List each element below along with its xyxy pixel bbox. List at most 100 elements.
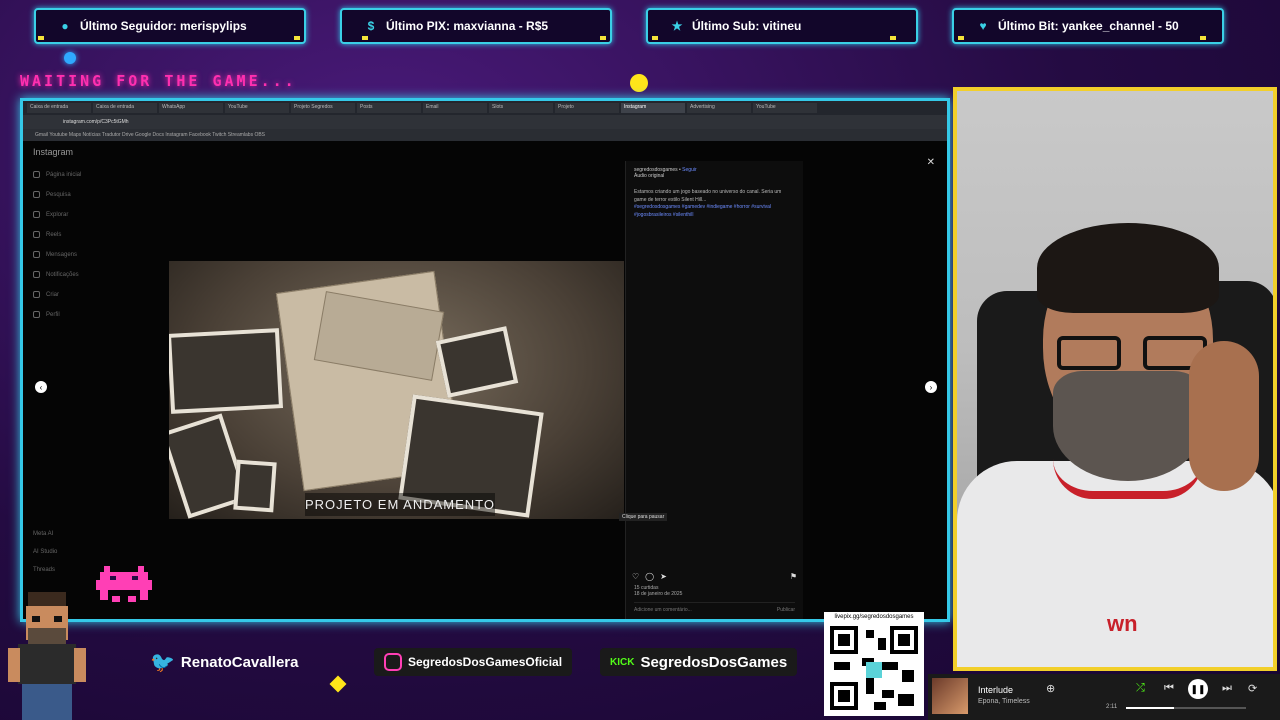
browser-tab[interactable]: Slots (489, 103, 553, 113)
alert-text: Último Bit: yankee_channel - 50 (998, 19, 1179, 33)
instagram-nav-item[interactable]: Reels (33, 231, 143, 238)
twitter-icon: 🐦 (150, 651, 175, 674)
social-twitter[interactable]: 🐦 RenatoCavallera (140, 648, 308, 676)
instagram-nav-item[interactable]: Pesquisa (33, 191, 143, 198)
browser-tab[interactable]: YouTube (753, 103, 817, 113)
instagram-bottom-item[interactable]: Threads (33, 567, 57, 573)
next-icon[interactable]: ⏭ (1222, 682, 1232, 695)
browser-tab[interactable]: Advertising (687, 103, 751, 113)
browser-tab[interactable]: Email (423, 103, 487, 113)
tooltip: Clique para pausar (619, 513, 668, 521)
alert-text: Último Seguidor: merispylips (80, 19, 247, 33)
streamer-beard (1053, 371, 1203, 481)
dollar-icon: $ (367, 19, 375, 33)
photo-small (435, 326, 519, 398)
browser-tab[interactable]: Posts (357, 103, 421, 113)
elapsed-time: 2:11 (1106, 704, 1118, 710)
instagram-bottom-item[interactable]: AI Studio (33, 549, 57, 555)
post-header: segredosdosgames • Seguir Áudio original (634, 167, 697, 179)
publish-button[interactable]: Publicar (777, 607, 795, 613)
instagram-nav-item[interactable]: Página inicial (33, 171, 143, 178)
social-kick[interactable]: KICK SegredosDosGames (600, 648, 798, 676)
decor-dot (890, 36, 896, 40)
instagram-nav-item[interactable]: Notificações (33, 271, 143, 278)
nav-label: Perfil (46, 311, 60, 318)
nav-icon (33, 211, 40, 218)
browser-tab[interactable]: Instagram (621, 103, 685, 113)
browser-tab[interactable]: YouTube (225, 103, 289, 113)
close-icon[interactable]: ✕ (927, 157, 935, 168)
alert-text: Último PIX: maxvianna - R$5 (386, 19, 549, 33)
decor-dot (362, 36, 368, 40)
next-post-arrow[interactable]: › (925, 381, 937, 393)
browser-tab[interactable]: Caixa de entrada (93, 103, 157, 113)
alert-last-bit: ♥ Último Bit: yankee_channel - 50 (952, 8, 1224, 44)
nav-icon (33, 191, 40, 198)
post-date: 18 de janeiro de 2025 (634, 591, 683, 597)
decor-dot (294, 36, 300, 40)
instagram-icon (384, 653, 402, 671)
twitter-handle: RenatoCavallera (180, 653, 299, 671)
album-art (932, 678, 968, 714)
nav-label: Reels (46, 231, 62, 238)
decor-dot (38, 36, 44, 40)
add-icon[interactable]: ⊕ (1046, 682, 1055, 695)
follow-button[interactable]: Seguir (682, 167, 696, 173)
comment-input[interactable]: Adicione um comentário... (634, 607, 692, 613)
browser-tab[interactable]: Caixa de entrada (27, 103, 91, 113)
waiting-banner: WAITING FOR THE GAME... (20, 72, 297, 90)
nav-label: Explorar (46, 211, 69, 218)
post-details-panel: segredosdosgames • Seguir Áudio original… (625, 161, 803, 619)
likes-info: 15 curtidas 18 de janeiro de 2025 (634, 585, 682, 597)
qr-code[interactable]: livepix.gg/segredosdosgames (824, 612, 924, 716)
share-icon[interactable]: ➤ (660, 572, 667, 581)
post-actions: ♡ ◯ ➤ ⚑ (632, 572, 797, 581)
post-image-caption: PROJETO EM ANDAMENTO (305, 493, 495, 516)
instagram-nav-item[interactable]: Criar (33, 291, 143, 298)
photo-building (169, 328, 284, 414)
instagram-bottom-item[interactable]: Meta AI (33, 531, 57, 537)
bookmark-icon[interactable]: ⚑ (790, 572, 797, 581)
hashtags[interactable]: #segredosdosgames #gamedev #indiegame #h… (634, 204, 771, 218)
instagram-nav-item[interactable]: Perfil (33, 311, 143, 318)
browser-tab[interactable]: Projeto (555, 103, 619, 113)
social-instagram[interactable]: SegredosDosGamesOficial (374, 648, 573, 676)
post-image[interactable]: PROJETO EM ANDAMENTO (169, 261, 624, 519)
browser-tab[interactable]: Projeto Segredos (291, 103, 355, 113)
heart-icon[interactable]: ♡ (632, 572, 639, 581)
repeat-icon[interactable]: ⟳ (1248, 682, 1257, 695)
person-icon: ● (61, 19, 69, 33)
nav-icon (33, 171, 40, 178)
instagram-nav-item[interactable]: Mensagens (33, 251, 143, 258)
comment-icon[interactable]: ◯ (645, 572, 654, 581)
kick-handle: SegredosDosGames (640, 653, 788, 671)
browser-tab-bar: Caixa de entrada Caixa de entrada WhatsApp… (23, 101, 947, 115)
browser-url-bar[interactable]: instagram.com/p/C3Pc5tGMh (23, 115, 947, 129)
star-icon: ★ (671, 19, 683, 33)
pause-button[interactable]: ❚❚ (1188, 679, 1208, 699)
space-invader-icon (96, 566, 152, 602)
instagram-page: Instagram Página inicial Pesquisa Explorar… (23, 141, 947, 619)
decor-dot (600, 36, 606, 40)
shuffle-icon[interactable]: ⤮ (1136, 682, 1145, 695)
instagram-nav-item[interactable]: Explorar (33, 211, 143, 218)
track-title: Interlude (978, 685, 1014, 695)
browser-tab[interactable]: WhatsApp (159, 103, 223, 113)
prev-post-arrow[interactable]: ‹ (35, 381, 47, 393)
comment-box[interactable]: Adicione um comentário... Publicar (634, 602, 795, 613)
nav-icon (33, 231, 40, 238)
audio-label[interactable]: Áudio original (634, 173, 664, 179)
decor-dot (958, 36, 964, 40)
instagram-logo[interactable]: Instagram (33, 147, 143, 157)
progress-bar[interactable] (1126, 707, 1246, 709)
decor-yellow-orb (630, 74, 648, 92)
glasses (1057, 336, 1207, 370)
qr-url: livepix.gg/segredosdosgames (834, 614, 914, 620)
bookmarks-bar: Gmail Youtube Maps Notícias Tradutor Dri… (23, 129, 947, 141)
qr-code-icon (830, 626, 918, 710)
previous-icon[interactable]: ⏮ (1164, 682, 1174, 695)
track-artist: Epona, Timeless (978, 698, 1030, 705)
decor-star (329, 675, 347, 693)
decor-dot (652, 36, 658, 40)
streamer-hand (1189, 341, 1259, 491)
